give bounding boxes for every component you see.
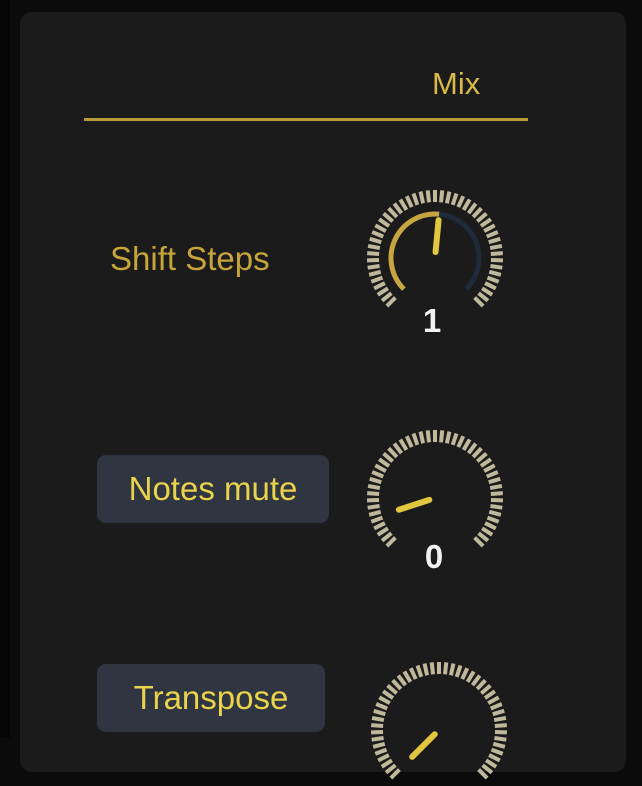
transpose-knob[interactable]	[366, 660, 512, 786]
transpose-button[interactable]: Transpose	[97, 664, 325, 732]
notes-mute-knob[interactable]	[362, 428, 508, 554]
panel-title: Mix	[432, 66, 480, 102]
notes-mute-value: 0	[404, 538, 464, 576]
left-edge-strip	[0, 0, 10, 738]
knob-dial-icon	[366, 660, 512, 786]
header-underline	[84, 118, 528, 121]
knob-dial-icon	[362, 428, 508, 554]
mix-panel	[20, 12, 626, 772]
knob-dial-icon	[362, 188, 508, 314]
shift-steps-value: 1	[402, 302, 462, 340]
shift-steps-label: Shift Steps	[110, 240, 270, 278]
notes-mute-button[interactable]: Notes mute	[97, 455, 329, 523]
shift-steps-knob[interactable]	[362, 188, 508, 314]
